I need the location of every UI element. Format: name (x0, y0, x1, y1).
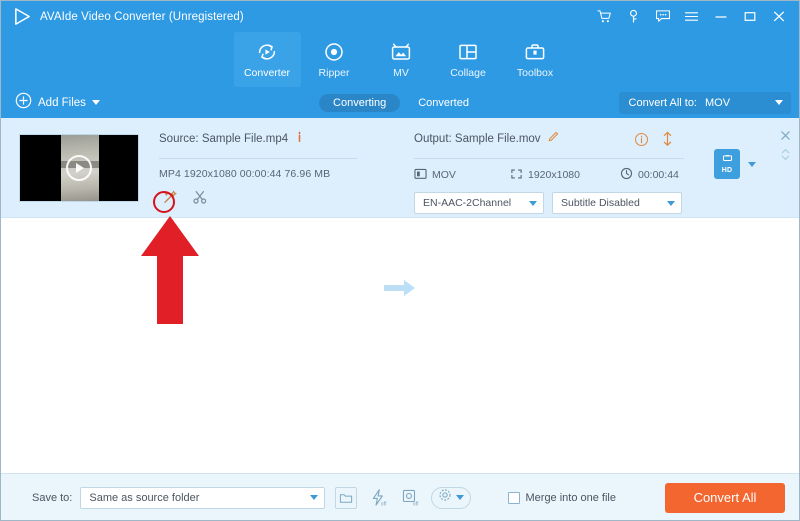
nav-tab-collage[interactable]: Collage (435, 32, 502, 87)
nav-tab-toolbox[interactable]: Toolbox (502, 32, 569, 87)
file-list: Source: Sample File.mp4 MP4 1920x1080 00… (1, 118, 799, 473)
convert-all-to-value: MOV (705, 96, 731, 109)
swap-vertical-icon[interactable] (661, 131, 674, 147)
key-icon[interactable] (619, 1, 648, 32)
resolution-icon (510, 168, 523, 183)
mv-icon (389, 40, 413, 64)
chevron-down-icon (310, 495, 319, 500)
app-title: AVAIde Video Converter (Unregistered) (40, 10, 244, 23)
output-block: Output: Sample File.mov MOV 1920x1080 00… (414, 130, 692, 214)
converter-icon (255, 40, 279, 64)
row-controls (780, 130, 791, 162)
title-bar: AVAIde Video Converter (Unregistered) (1, 1, 799, 32)
window-controls (590, 1, 793, 32)
audio-track-select[interactable]: EN-AAC-2Channel (414, 192, 544, 214)
plus-circle-icon (15, 92, 32, 114)
feedback-icon[interactable] (648, 1, 677, 32)
pencil-rename-icon[interactable] (547, 130, 560, 148)
action-toolbar: Add Files Converting Converted Convert A… (1, 87, 799, 118)
close-icon[interactable] (764, 1, 793, 32)
settings-button[interactable] (431, 486, 472, 509)
play-button-icon[interactable] (66, 155, 92, 181)
nav-tab-ripper[interactable]: Ripper (301, 32, 368, 87)
subtitle-track-value: Subtitle Disabled (561, 197, 640, 209)
video-thumbnail[interactable] (19, 134, 139, 202)
divider (414, 158, 684, 159)
bottom-bar: Save to: Same as source folder off off M… (1, 473, 799, 520)
clock-icon (620, 167, 633, 183)
info-icon[interactable] (294, 130, 305, 148)
open-folder-icon[interactable] (335, 486, 358, 509)
chevron-down-icon (667, 200, 675, 206)
output-format: MOV (432, 169, 456, 181)
nav-label-ripper: Ripper (318, 67, 350, 79)
svg-text:off: off (381, 502, 387, 507)
gear-settings-icon (438, 488, 452, 507)
add-files-label: Add Files (38, 96, 86, 109)
hd-badge-label: HD (721, 166, 733, 174)
main-nav: Converter Ripper MV Collage Toolbox (1, 32, 799, 87)
hardware-acceleration-off-icon[interactable]: off (367, 487, 389, 509)
menu-icon[interactable] (677, 1, 706, 32)
app-window: AVAIde Video Converter (Unregistered) Co… (0, 0, 800, 521)
source-filename: Source: Sample File.mp4 (159, 133, 289, 145)
nav-label-mv: MV (393, 67, 409, 79)
collage-icon (456, 40, 480, 64)
close-row-icon[interactable] (780, 130, 791, 141)
chevron-down-icon (529, 200, 537, 206)
convert-all-button[interactable]: Convert All (665, 482, 785, 513)
output-filename: Output: Sample File.mov (414, 133, 541, 145)
magic-wand-edit-icon[interactable] (162, 189, 178, 205)
svg-text:off: off (413, 502, 419, 507)
chevron-down-icon (456, 495, 465, 500)
source-edit-actions (162, 189, 369, 205)
merge-label: Merge into one file (525, 491, 617, 504)
chevron-down-icon[interactable] (748, 161, 756, 167)
nav-label-collage: Collage (450, 67, 486, 79)
info-circle-icon[interactable] (634, 132, 649, 147)
nav-tab-mv[interactable]: MV (368, 32, 435, 87)
merge-checkbox[interactable] (507, 491, 520, 504)
quality-selector: HD (714, 149, 756, 179)
output-resolution: 1920x1080 (528, 169, 580, 181)
file-row: Source: Sample File.mp4 MP4 1920x1080 00… (1, 118, 799, 296)
ripper-icon (322, 40, 346, 64)
convert-all-to-label: Convert All to: (628, 96, 697, 109)
save-path-select[interactable]: Same as source folder (80, 486, 326, 509)
track-selectors: EN-AAC-2Channel Subtitle Disabled (414, 192, 692, 214)
video-format-icon (414, 168, 427, 183)
output-duration: 00:00:44 (638, 169, 679, 181)
cart-icon[interactable] (590, 1, 619, 32)
convert-all-to-selector[interactable]: Convert All to: MOV (618, 91, 791, 114)
preview-off-icon[interactable]: off (399, 487, 421, 509)
chevron-down-icon[interactable] (91, 100, 100, 105)
tab-converting[interactable]: Converting (319, 93, 401, 112)
audio-track-value: EN-AAC-2Channel (423, 197, 512, 209)
output-actions (634, 131, 674, 147)
app-logo-icon (12, 7, 32, 27)
save-path-value: Same as source folder (89, 491, 200, 504)
tab-converted[interactable]: Converted (404, 94, 483, 112)
add-files-button[interactable]: Add Files (15, 92, 100, 114)
maximize-icon[interactable] (735, 1, 764, 32)
toolbox-icon (523, 40, 547, 64)
hd-quality-button[interactable]: HD (714, 149, 740, 179)
source-metadata: MP4 1920x1080 00:00:44 76.96 MB (159, 168, 331, 180)
conversion-arrow-icon (382, 276, 418, 300)
play-triangle-icon (76, 163, 84, 173)
source-block: Source: Sample File.mp4 MP4 1920x1080 00… (159, 130, 369, 205)
expand-collapse-icon[interactable] (780, 147, 791, 162)
nav-tab-converter[interactable]: Converter (233, 32, 301, 87)
divider (159, 158, 357, 159)
status-tabs: Converting Converted (319, 93, 483, 112)
merge-into-one-file-toggle[interactable]: Merge into one file (507, 491, 617, 504)
nav-label-converter: Converter (243, 67, 291, 79)
scissors-trim-icon[interactable] (192, 189, 208, 205)
subtitle-track-select[interactable]: Subtitle Disabled (552, 192, 682, 214)
output-metadata: MOV 1920x1080 00:00:44 (414, 167, 692, 183)
chevron-down-icon[interactable] (775, 100, 783, 105)
save-to-label: Save to: (32, 491, 73, 504)
minimize-icon[interactable] (706, 1, 735, 32)
nav-label-toolbox: Toolbox (516, 67, 554, 79)
